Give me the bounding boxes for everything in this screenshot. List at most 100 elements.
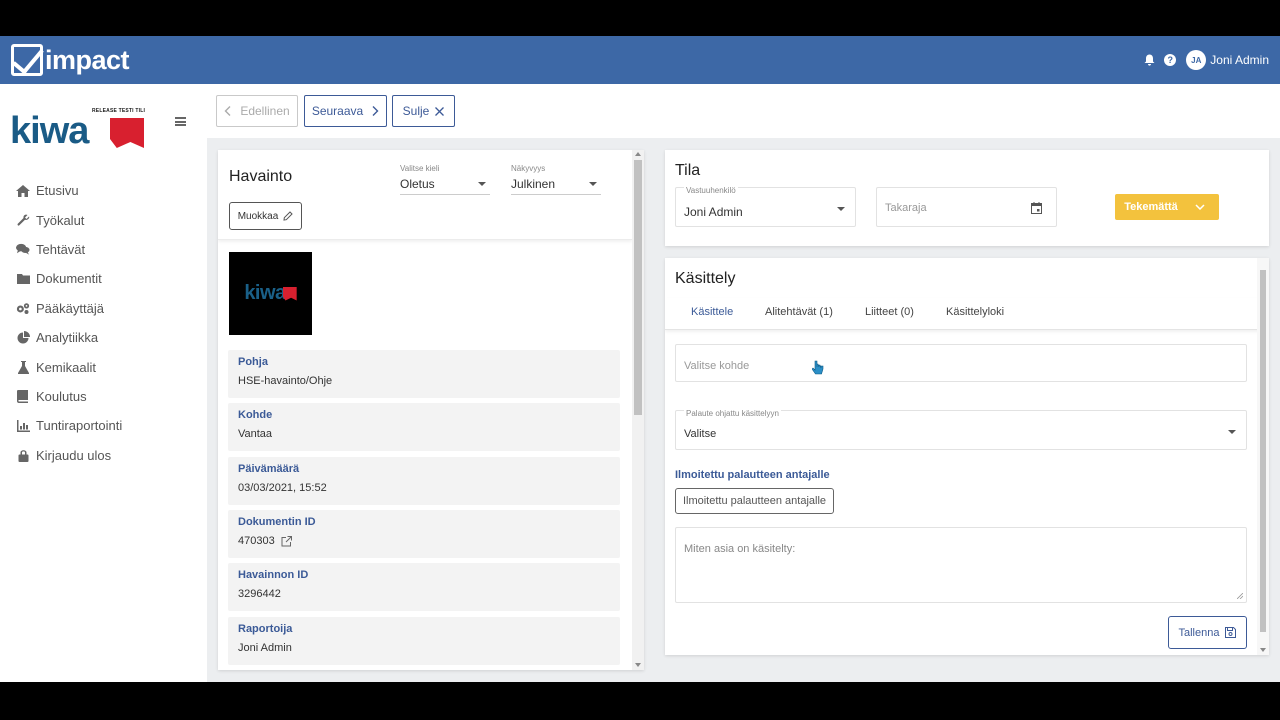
save-button[interactable]: Tallenna [1168,616,1247,649]
save-icon [1225,627,1237,638]
field-label: Havainnon ID [238,569,309,581]
scrollbar-thumb[interactable] [634,160,642,415]
status-dropdown-button[interactable]: Tekemättä [1115,194,1219,220]
field-value: Vantaa [238,428,273,440]
sidebar-nav: Etusivu Työkalut Tehtävät Dokumentit Pää… [16,176,122,470]
observation-image[interactable]: kiwa [229,252,312,335]
deadline-input[interactable]: Takaraja [876,187,1057,227]
brand-name: kiwa [10,110,89,152]
close-button[interactable]: Sulje [392,95,455,127]
visibility-select[interactable]: Näkyvyys Julkinen [511,164,601,195]
kiwa-flag-icon [282,286,297,301]
sidebar-item-label: Kirjaudu ulos [36,447,112,463]
sidebar-item-paakayttaja[interactable]: Pääkäyttäjä [16,294,122,323]
cogs-icon [16,302,30,315]
sidebar-item-tuntiraportointi[interactable]: Tuntiraportointi [16,411,122,440]
handling-panel: Käsittely Käsittele Alitehtävät (1) Liit… [665,258,1269,655]
target-select[interactable]: Valitse kohde [675,344,1247,382]
sidebar-item-label: Etusivu [36,183,79,199]
save-label: Tallenna [1178,626,1220,639]
sidebar-item-kemikaalit[interactable]: Kemikaalit [16,352,122,381]
calendar-icon[interactable] [1031,202,1042,214]
chevron-down-icon [1195,204,1205,210]
bell-icon[interactable] [1142,53,1156,67]
scroll-up-icon[interactable] [635,152,641,156]
feedback-value: Valitse [684,428,717,440]
next-button[interactable]: Seuraava [304,95,387,127]
sidebar-item-label: Kemikaalit [36,359,96,375]
kiwa-flag-icon [110,118,144,148]
field-label: Päivämäärä [238,463,300,475]
help-icon[interactable]: ? [1164,54,1177,66]
brand-tag: RELEASE TESTI TILI [92,108,146,114]
chevron-left-icon [224,106,231,116]
notified-button[interactable]: Ilmoitettu palautteen antajalle [675,488,834,514]
visibility-label: Näkyvyys [511,164,546,173]
impact-logo[interactable]: impact [11,44,130,76]
sidebar-item-label: Pääkäyttäjä [36,300,104,316]
chevron-down-icon [589,182,597,186]
field-paivamaara: Päivämäärä 03/03/2021, 15:52 [228,457,620,505]
tab-kasittele[interactable]: Käsittele [691,306,733,318]
status-value: Tekemättä [1124,201,1178,213]
observation-scrollbar[interactable] [632,150,644,670]
sidebar-item-label: Työkalut [36,212,85,228]
record-toolbar: Edellinen Seuraava Sulje [207,84,1280,138]
comment-textarea[interactable]: Miten asia on käsitelty: [675,527,1247,603]
field-value: 470303 [238,535,275,547]
previous-button[interactable]: Edellinen [216,95,298,127]
feedback-select[interactable]: Palaute ohjattu käsittelyyn Valitse [675,409,1247,450]
chevron-down-icon [837,207,845,211]
responsible-select[interactable]: Vastuuhenkilö Joni Admin [675,186,856,227]
handling-tabs: Käsittele Alitehtävät (1) Liitteet (0) K… [665,298,1269,330]
field-label: Kohde [238,409,273,421]
visibility-value: Julkinen [511,177,556,191]
menu-icon[interactable] [175,117,186,126]
responsible-label: Vastuuhenkilö [684,186,738,195]
field-raportoija: Raportoija Joni Admin [228,617,620,665]
tab-alitehtavat[interactable]: Alitehtävät (1) [765,306,833,318]
sidebar-item-dokumentit[interactable]: Dokumentit [16,264,122,293]
sidebar-item-analytiikka[interactable]: Analytiikka [16,323,122,352]
cursor-icon [812,360,824,375]
field-label: Pohja [238,356,268,368]
flask-icon [16,360,30,374]
sidebar-item-kirjaudu-ulos[interactable]: Kirjaudu ulos [16,441,122,470]
field-value: 3296442 [238,588,281,600]
comments-icon [16,243,30,256]
tab-liitteet[interactable]: Liitteet (0) [865,306,914,318]
user-area: ? JA Joni Admin [1142,50,1269,70]
pie-chart-icon [16,331,30,344]
external-link-icon[interactable] [281,535,292,547]
observation-title: Havainto [229,168,293,185]
scrollbar-thumb[interactable] [1260,270,1266,632]
home-icon [16,184,30,197]
sidebar: RELEASE TESTI TILI kiwa Etusivu Työkalut… [0,84,207,682]
observation-panel: Havainto Valitse kieli Oletus Näkyvyys J… [218,150,644,670]
sidebar-item-etusivu[interactable]: Etusivu [16,176,122,205]
sidebar-item-tehtavat[interactable]: Tehtävät [16,235,122,264]
language-select[interactable]: Valitse kieli Oletus [400,164,490,195]
comment-placeholder: Miten asia on käsitelty: [684,543,796,555]
avatar[interactable]: JA [1186,50,1207,70]
chevron-down-icon [1228,430,1236,434]
field-pohja: Pohja HSE-havainto/Ohje [228,350,620,398]
resize-handle-icon[interactable] [1237,593,1243,599]
user-name[interactable]: Joni Admin [1210,53,1269,67]
sidebar-item-koulutus[interactable]: Koulutus [16,382,122,411]
scroll-down-icon[interactable] [635,663,641,667]
folder-icon [16,272,30,285]
handling-scrollbar[interactable] [1257,258,1269,655]
lock-icon [16,449,30,462]
bar-chart-icon [16,419,30,432]
language-label: Valitse kieli [400,164,440,173]
next-label: Seuraava [311,104,364,118]
tab-kasittelyloki[interactable]: Käsittelyloki [946,306,1004,318]
scroll-down-icon[interactable] [1260,648,1266,652]
previous-label: Edellinen [240,104,290,118]
field-label: Raportoija [238,623,293,635]
brand-logo[interactable]: RELEASE TESTI TILI kiwa [10,106,150,154]
edit-label: Muokkaa [237,210,279,222]
sidebar-item-tyokalut[interactable]: Työkalut [16,205,122,234]
edit-button[interactable]: Muokkaa [229,202,302,230]
